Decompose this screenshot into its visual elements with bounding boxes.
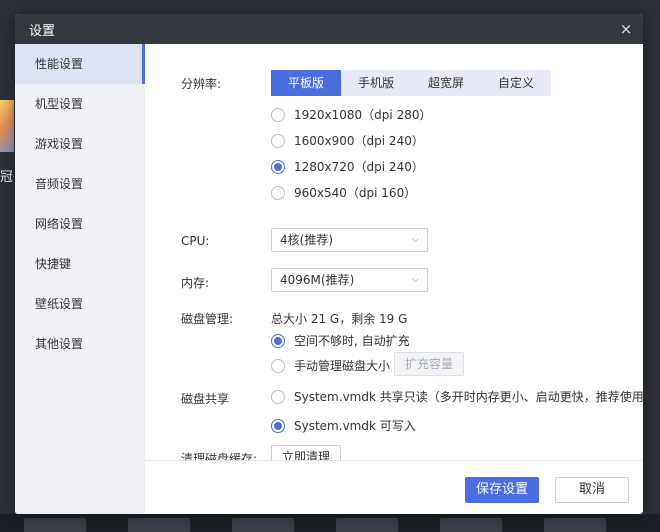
save-button[interactable]: 保存设置 — [465, 477, 539, 503]
memory-select[interactable]: 4096M(推荐) ⌵ — [271, 268, 428, 292]
cancel-button[interactable]: 取消 — [555, 477, 629, 503]
dialog-titlebar: 设置 — [15, 14, 643, 44]
radio-selected-icon — [271, 333, 285, 348]
memory-select-value: 4096M(推荐) — [280, 273, 355, 287]
sidebar-item-network[interactable]: 网络设置 — [15, 204, 145, 244]
disk-management-label: 磁盘管理: — [181, 312, 234, 326]
tab-tablet[interactable]: 平板版 — [271, 70, 341, 96]
dialog-title: 设置 — [29, 23, 56, 39]
dialog-footer: 保存设置 取消 — [145, 460, 643, 514]
radio-selected-icon — [271, 159, 285, 174]
background-game-thumbnail — [0, 100, 14, 152]
cpu-label: CPU: — [181, 234, 210, 248]
clear-cache-label: 清理磁盘缓存: — [181, 452, 258, 460]
resolution-label: 分辨率: — [181, 77, 222, 91]
chevron-down-icon: ⌵ — [411, 234, 419, 245]
disk-size-summary: 总大小 21 G，剩余 19 G — [271, 312, 408, 326]
expand-capacity-button[interactable]: 扩充容量 — [394, 352, 464, 376]
resolution-option-label: 1920x1080（dpi 280） — [294, 108, 432, 122]
background-tile — [24, 518, 86, 532]
disk-sharing-option-readonly[interactable]: System.vmdk 共享只读（多开时内存更小、启动更快，推荐使用） — [271, 388, 643, 405]
background-tile — [440, 518, 502, 532]
background-tile — [544, 518, 606, 532]
sidebar-item-game[interactable]: 游戏设置 — [15, 124, 145, 164]
disk-option-manual[interactable]: 手动管理磁盘大小 — [271, 357, 390, 374]
tab-custom[interactable]: 自定义 — [481, 70, 551, 96]
background-game-title: 冠亻 — [0, 170, 14, 185]
radio-icon — [271, 389, 285, 404]
disk-sharing-option-label: System.vmdk 共享只读（多开时内存更小、启动更快，推荐使用） — [294, 390, 643, 404]
sidebar-item-device-model[interactable]: 机型设置 — [15, 84, 145, 124]
resolution-option-1920[interactable]: 1920x1080（dpi 280） — [271, 106, 431, 123]
clear-now-button[interactable]: 立即清理 — [271, 445, 341, 460]
settings-sidebar: 性能设置 机型设置 游戏设置 音频设置 网络设置 快捷键 壁纸设置 其他设置 — [15, 44, 145, 514]
cpu-select[interactable]: 4核(推荐) ⌵ — [271, 228, 428, 252]
radio-icon — [271, 133, 285, 148]
resolution-tabs: 平板版 手机版 超宽屏 自定义 — [271, 70, 551, 96]
tab-ultrawide[interactable]: 超宽屏 — [411, 70, 481, 96]
disk-option-auto-expand[interactable]: 空间不够时, 自动扩充 — [271, 332, 410, 349]
resolution-option-label: 1280x720（dpi 240） — [294, 160, 424, 174]
sidebar-item-shortcuts[interactable]: 快捷键 — [15, 244, 145, 284]
memory-label: 内存: — [181, 276, 210, 290]
radio-selected-icon — [271, 418, 285, 433]
resolution-option-label: 1600x900（dpi 240） — [294, 134, 424, 148]
disk-sharing-label: 磁盘共享 — [181, 392, 230, 406]
disk-option-label: 手动管理磁盘大小 — [294, 359, 391, 373]
radio-icon — [271, 185, 285, 200]
background-tile — [128, 518, 190, 532]
close-icon[interactable]: × — [617, 20, 635, 38]
resolution-option-1600[interactable]: 1600x900（dpi 240） — [271, 132, 424, 149]
radio-icon — [271, 358, 285, 373]
settings-dialog: 设置 × 性能设置 机型设置 游戏设置 音频设置 网络设置 快捷键 壁纸设置 其… — [15, 14, 643, 514]
background-taskbar — [0, 514, 660, 532]
background-tile — [336, 518, 398, 532]
cpu-select-value: 4核(推荐) — [280, 233, 333, 247]
resolution-option-960[interactable]: 960x540（dpi 160） — [271, 184, 416, 201]
sidebar-item-audio[interactable]: 音频设置 — [15, 164, 145, 204]
resolution-option-1280[interactable]: 1280x720（dpi 240） — [271, 158, 424, 175]
disk-sharing-option-writable[interactable]: System.vmdk 可写入 — [271, 417, 416, 434]
resolution-option-label: 960x540（dpi 160） — [294, 186, 417, 200]
chevron-down-icon: ⌵ — [411, 274, 419, 285]
disk-option-label: 空间不够时, 自动扩充 — [294, 334, 410, 348]
sidebar-item-wallpaper[interactable]: 壁纸设置 — [15, 284, 145, 324]
settings-content: 分辨率: 平板版 手机版 超宽屏 自定义 1920x1080（dpi 280） … — [145, 44, 643, 460]
radio-icon — [271, 107, 285, 122]
sidebar-item-performance[interactable]: 性能设置 — [15, 44, 145, 84]
tab-phone[interactable]: 手机版 — [341, 70, 411, 96]
disk-sharing-option-label: System.vmdk 可写入 — [294, 419, 416, 433]
background-tile — [232, 518, 294, 532]
sidebar-item-other[interactable]: 其他设置 — [15, 324, 145, 364]
